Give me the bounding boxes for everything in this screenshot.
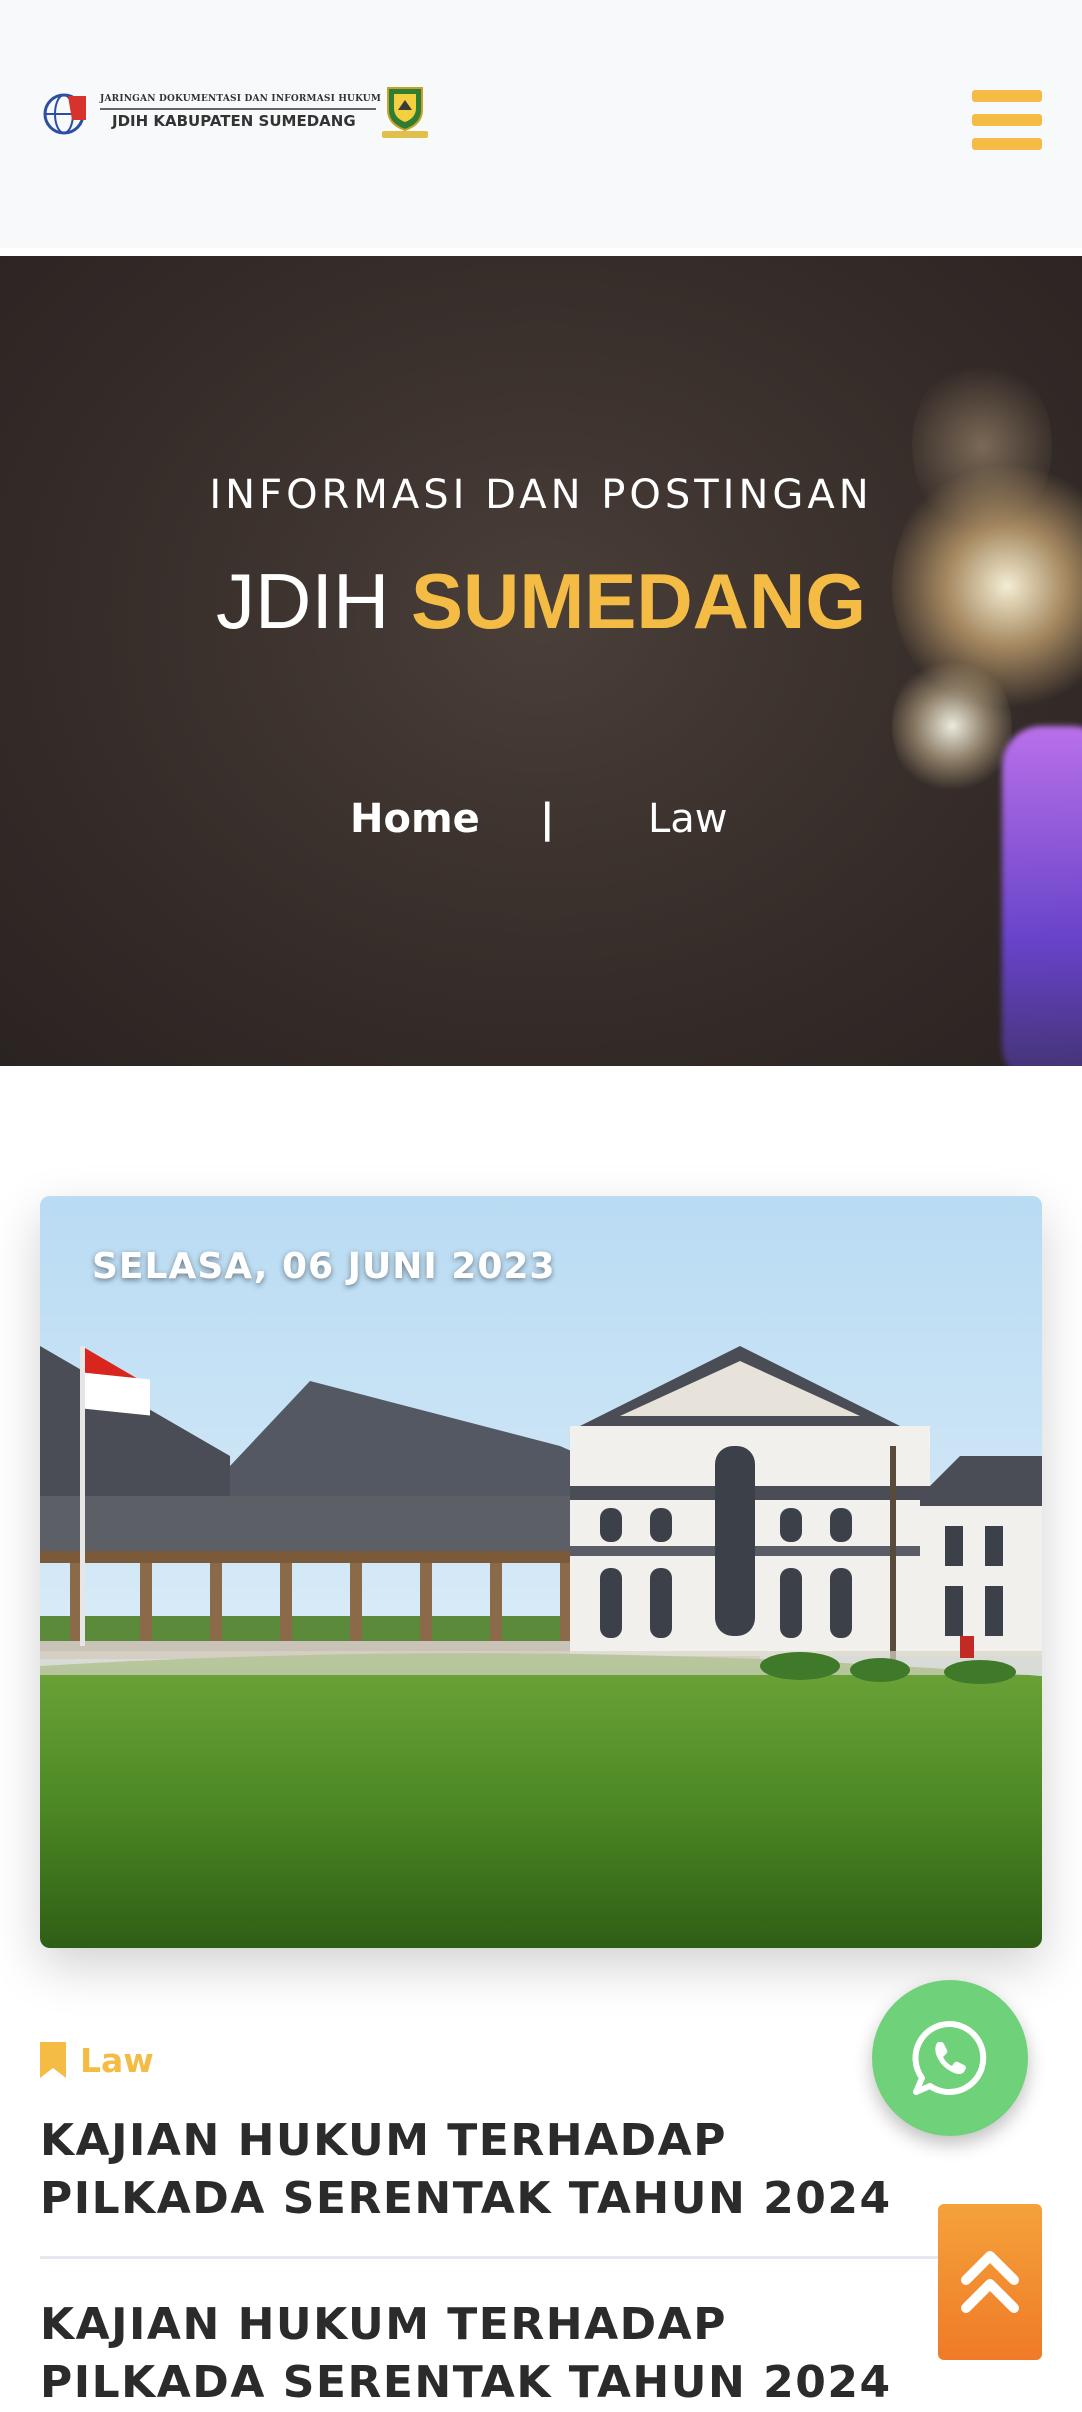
logo-org-name: JDIH KABUPATEN SUMEDANG <box>112 112 356 130</box>
post-divider <box>40 2256 1042 2259</box>
hamburger-menu-icon <box>972 90 1042 102</box>
post-date: SELASA, 06 JUNI 2023 <box>92 1246 556 1287</box>
whatsapp-button[interactable] <box>872 1980 1028 2136</box>
hero-purple-glow <box>1002 726 1082 1066</box>
hamburger-menu-button[interactable] <box>972 88 1044 152</box>
scroll-to-top-button[interactable] <box>938 2204 1042 2360</box>
hero-title-plain: JDIH <box>215 557 390 645</box>
hero-subtitle: INFORMASI DAN POSTINGAN <box>209 472 873 518</box>
logo-divider <box>100 108 376 110</box>
double-chevron-up-icon <box>961 2251 1019 2313</box>
globe-logo-icon <box>43 93 86 135</box>
post-category-label: Law <box>80 2040 154 2080</box>
post-category-link[interactable]: Law <box>40 2038 154 2082</box>
breadcrumb-home-link[interactable]: Home <box>350 796 480 842</box>
post-title-secondary[interactable]: KAJIAN HUKUM TERHADAP PILKADA SERENTAK T… <box>40 2296 940 2412</box>
post-title[interactable]: KAJIAN HUKUM TERHADAP PILKADA SERENTAK T… <box>40 2112 940 2228</box>
site-logo[interactable]: JARINGAN DOKUMENTASI DAN INFORMASI HUKUM… <box>42 84 432 140</box>
post-image-card[interactable]: SELASA, 06 JUNI 2023 <box>40 1196 1042 1948</box>
breadcrumb-separator: | <box>540 796 555 842</box>
hero-title: JDIH SUMEDANG <box>0 556 1082 647</box>
site-header: JARINGAN DOKUMENTASI DAN INFORMASI HUKUM… <box>0 0 1082 252</box>
government-building-photo <box>40 1196 1042 1948</box>
hero-banner: INFORMASI DAN POSTINGAN JDIH SUMEDANG Ho… <box>0 256 1082 1066</box>
whatsapp-icon <box>912 2020 987 2095</box>
regency-crest-icon <box>382 87 428 138</box>
breadcrumb-current: Law <box>648 796 728 842</box>
hero-light-spot <box>892 656 1012 796</box>
logo-tagline: JARINGAN DOKUMENTASI DAN INFORMASI HUKUM <box>100 94 382 104</box>
bookmark-icon <box>40 2042 66 2078</box>
hero-title-accent: SUMEDANG <box>411 557 867 645</box>
